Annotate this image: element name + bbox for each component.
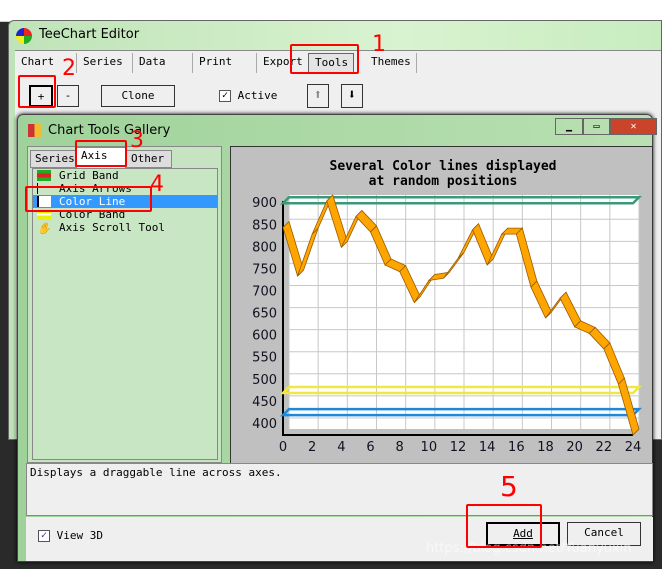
active-label: Active bbox=[237, 89, 278, 102]
minimize-button[interactable]: ▁ bbox=[555, 118, 583, 135]
x-tick-label: 0 bbox=[279, 440, 287, 455]
list-item-axis-scroll-tool[interactable]: ✋ Axis Scroll Tool bbox=[33, 221, 217, 235]
y-tick-label: 450 bbox=[252, 395, 277, 410]
clone-button[interactable]: Clone bbox=[101, 85, 175, 107]
x-tick-label: 20 bbox=[566, 440, 583, 455]
x-tick-label: 8 bbox=[396, 440, 404, 455]
x-tick-label: 24 bbox=[625, 440, 642, 455]
checkbox-icon: ✓ bbox=[38, 530, 50, 542]
annotation-2: 2 bbox=[62, 56, 76, 81]
y-tick-label: 800 bbox=[252, 240, 277, 255]
background-chart bbox=[0, 0, 662, 22]
editor-title: TeeChart Editor bbox=[39, 27, 140, 42]
gallery-title: Chart Tools Gallery bbox=[48, 123, 171, 138]
x-tick-label: 10 bbox=[421, 440, 438, 455]
x-tick-label: 2 bbox=[308, 440, 316, 455]
chart-title-line: Several Color lines displayed bbox=[330, 159, 557, 174]
y-tick-label: 600 bbox=[252, 329, 277, 344]
move-up-button[interactable]: ⬆ bbox=[307, 84, 329, 108]
tab-data[interactable]: Data bbox=[133, 53, 193, 73]
tab-print[interactable]: Print bbox=[193, 53, 257, 73]
move-down-button[interactable]: ⬇ bbox=[341, 84, 363, 108]
chart-title-line: at random positions bbox=[369, 174, 518, 189]
active-checkbox[interactable]: ✓ Active bbox=[219, 89, 277, 102]
close-button[interactable]: ✕ bbox=[610, 118, 657, 135]
y-tick-label: 850 bbox=[252, 218, 277, 233]
gallery-tab-series[interactable]: Series bbox=[30, 150, 76, 168]
grid-band-icon bbox=[37, 170, 51, 181]
annotation-4: 4 bbox=[150, 172, 164, 197]
tool-description: Displays a draggable line across axes. bbox=[26, 463, 653, 516]
x-tick-label: 22 bbox=[596, 440, 613, 455]
arrow-up-icon: ⬆ bbox=[313, 87, 323, 103]
gallery-icon bbox=[28, 124, 41, 137]
chart-preview: Several Color lines displayed at random p… bbox=[230, 146, 653, 464]
teechart-logo-icon bbox=[16, 28, 32, 44]
x-tick-label: 12 bbox=[450, 440, 467, 455]
annotation-box-5 bbox=[466, 504, 542, 548]
y-tick-label: 500 bbox=[252, 373, 277, 388]
view-3d-label: View 3D bbox=[56, 529, 103, 542]
hand-icon: ✋ bbox=[37, 222, 51, 235]
arrow-down-icon: ⬇ bbox=[347, 87, 357, 103]
annotation-3: 3 bbox=[130, 128, 144, 153]
y-tick-label: 400 bbox=[252, 417, 277, 432]
y-tick-label: 750 bbox=[252, 262, 277, 277]
y-tick-label: 700 bbox=[252, 285, 277, 300]
x-tick-label: 16 bbox=[508, 440, 525, 455]
annotation-box-3 bbox=[75, 140, 127, 167]
maximize-button[interactable]: ▭ bbox=[583, 118, 610, 135]
x-tick-label: 18 bbox=[537, 440, 554, 455]
y-tick-label: 900 bbox=[252, 196, 277, 211]
annotation-5: 5 bbox=[500, 470, 518, 503]
annotation-box-1 bbox=[290, 44, 359, 74]
annotation-box-2 bbox=[18, 75, 56, 108]
y-tick-label: 550 bbox=[252, 351, 277, 366]
tab-series[interactable]: Series bbox=[77, 53, 133, 73]
checkbox-icon: ✓ bbox=[219, 90, 231, 102]
y-tick-label: 650 bbox=[252, 307, 277, 322]
chart-tools-gallery-dialog: Chart Tools Gallery ▁ ▭ ✕ Series Other A… bbox=[17, 114, 657, 562]
annotation-1: 1 bbox=[372, 32, 386, 57]
x-tick-label: 6 bbox=[366, 440, 374, 455]
remove-tool-button[interactable]: - bbox=[57, 85, 79, 107]
view-3d-checkbox[interactable]: ✓ View 3D bbox=[38, 529, 103, 542]
list-item-grid-band[interactable]: Grid Band bbox=[33, 169, 217, 182]
chart-svg: Several Color lines displayedat random p… bbox=[252, 159, 643, 455]
x-tick-label: 14 bbox=[479, 440, 496, 455]
x-tick-label: 4 bbox=[337, 440, 345, 455]
annotation-box-4 bbox=[25, 186, 152, 212]
